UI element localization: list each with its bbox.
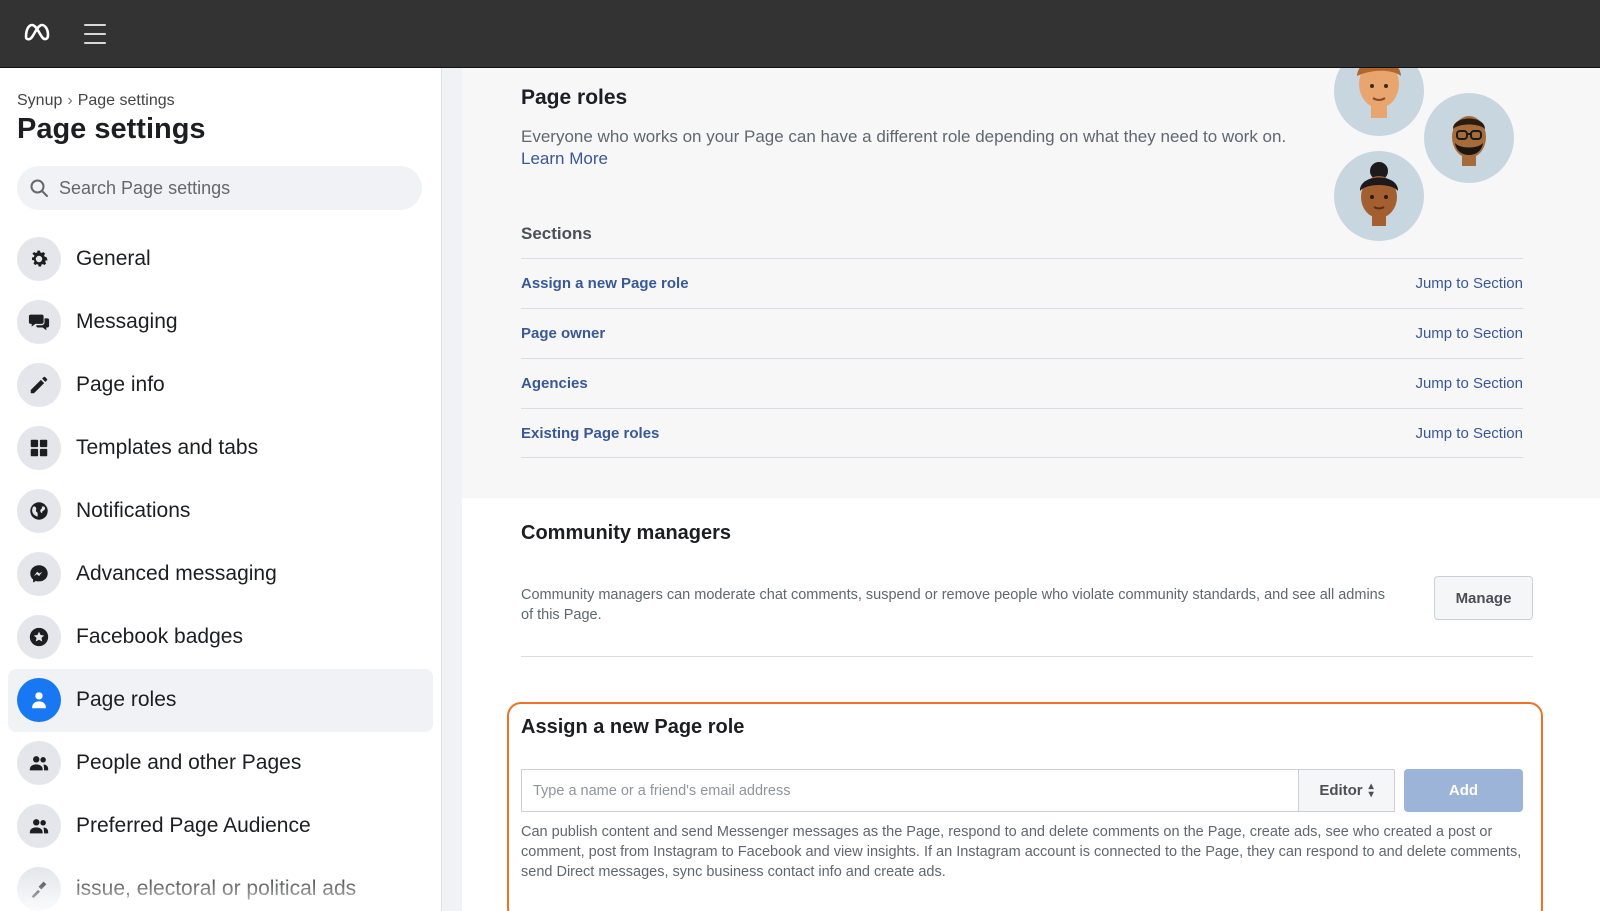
divider [521,656,1533,657]
sidebar-item-label: Facebook badges [76,625,243,648]
assign-role-name-input[interactable] [521,769,1298,812]
learn-more-link[interactable]: Learn More [521,149,608,168]
grid-icon [30,439,48,457]
page-title: Page settings [17,113,206,145]
sort-arrows-icon: ▴ ▾ [1368,780,1374,800]
sidebar-item-preferred-page-audience[interactable]: Preferred Page Audience [8,795,433,858]
sidebar-item-notifications[interactable]: Notifications [8,480,433,543]
sidebar-item-label: issue, electoral or political ads [76,877,357,900]
breadcrumb: Synup › Page settings [17,92,175,110]
main-content: Page roles Everyone who works on your Pa… [442,68,1600,911]
hamburger-menu-icon[interactable] [84,24,108,44]
section-row: Existing Page roles Jump to Section [521,408,1523,458]
sidebar-item-label: Page roles [76,688,177,711]
role-select-value: Editor [1319,782,1363,799]
sidebar-item-messaging[interactable]: Messaging [8,291,433,354]
section-row: Assign a new Page role Jump to Section [521,258,1523,308]
sidebar-item-page-info[interactable]: Page info [8,354,433,417]
sidebar-item-label: People and other Pages [76,751,302,774]
search-box [17,166,422,210]
people-icon [29,819,49,834]
breadcrumb-current: Page settings [77,92,175,109]
meta-logo-icon[interactable] [22,20,52,44]
megaphone-icon [31,881,47,899]
avatar-illustration-woman-bun [1334,151,1424,241]
page-roles-description: Everyone who works on your Page can have… [521,126,1301,170]
section-link-agencies[interactable]: Agencies [521,375,588,392]
gear-icon [32,250,48,267]
search-input[interactable] [59,166,409,210]
jump-to-section-link[interactable]: Jump to Section [1415,275,1523,292]
breadcrumb-separator: › [67,92,73,109]
sidebar-item-label: Preferred Page Audience [76,814,311,837]
breadcrumb-parent[interactable]: Synup [17,92,62,109]
section-link-page-owner[interactable]: Page owner [521,325,605,342]
person-icon [32,692,46,709]
section-link-existing-roles[interactable]: Existing Page roles [521,425,659,442]
jump-to-section-link[interactable]: Jump to Section [1415,375,1523,392]
sidebar-item-label: Advanced messaging [76,562,277,585]
jump-to-section-link[interactable]: Jump to Section [1415,425,1523,442]
sidebar-item-label: Messaging [76,310,178,333]
top-bar [0,0,1600,68]
role-description: Can publish content and send Messenger m… [521,824,1522,880]
sidebar-item-people-and-other-pages[interactable]: People and other Pages [8,732,433,795]
sidebar-item-label: Page info [76,373,165,396]
sidebar-item-page-roles[interactable]: Page roles [8,669,433,732]
sidebar-item-templates-and-tabs[interactable]: Templates and tabs [8,417,433,480]
sections-list: Assign a new Page role Jump to Section P… [521,258,1523,458]
avatar-illustration-man-glasses [1424,93,1514,183]
sidebar-item-general[interactable]: General [8,228,433,291]
sidebar-item-label: Notifications [76,499,191,522]
section-row: Agencies Jump to Section [521,358,1523,408]
sidebar-item-label: Templates and tabs [76,436,259,459]
sidebar-item-facebook-badges[interactable]: Facebook badges [8,606,433,669]
sidebar-nav: General Messaging Page info Templates an… [8,228,433,911]
globe-icon [30,502,48,520]
community-managers-description: Community managers can moderate chat com… [521,587,1385,623]
sections-heading: Sections [521,224,592,243]
jump-to-section-link[interactable]: Jump to Section [1415,325,1523,342]
add-button[interactable]: Add [1404,769,1523,812]
section-link-assign-role[interactable]: Assign a new Page role [521,275,689,292]
role-select[interactable]: Editor ▴ ▾ [1298,769,1395,812]
messenger-icon [30,565,48,583]
section-row: Page owner Jump to Section [521,308,1523,358]
people-icon [29,756,49,771]
star-badge-icon [29,627,49,647]
chat-bubbles-icon [28,314,50,331]
pencil-icon [30,376,48,394]
page-roles-description-text: Everyone who works on your Page can have… [521,127,1287,146]
manage-button[interactable]: Manage [1434,576,1533,620]
page-roles-heading: Page roles [521,86,628,109]
community-managers-heading: Community managers [521,522,732,544]
sidebar-item-advanced-messaging[interactable]: Advanced messaging [8,543,433,606]
assign-role-heading: Assign a new Page role [521,716,745,738]
search-icon [30,179,48,197]
sidebar-item-label: General [76,247,151,270]
settings-sidebar: Synup›Page settings Page settings Genera… [0,68,442,911]
sidebar-item-political-ads[interactable]: issue, electoral or political ads [8,858,433,911]
